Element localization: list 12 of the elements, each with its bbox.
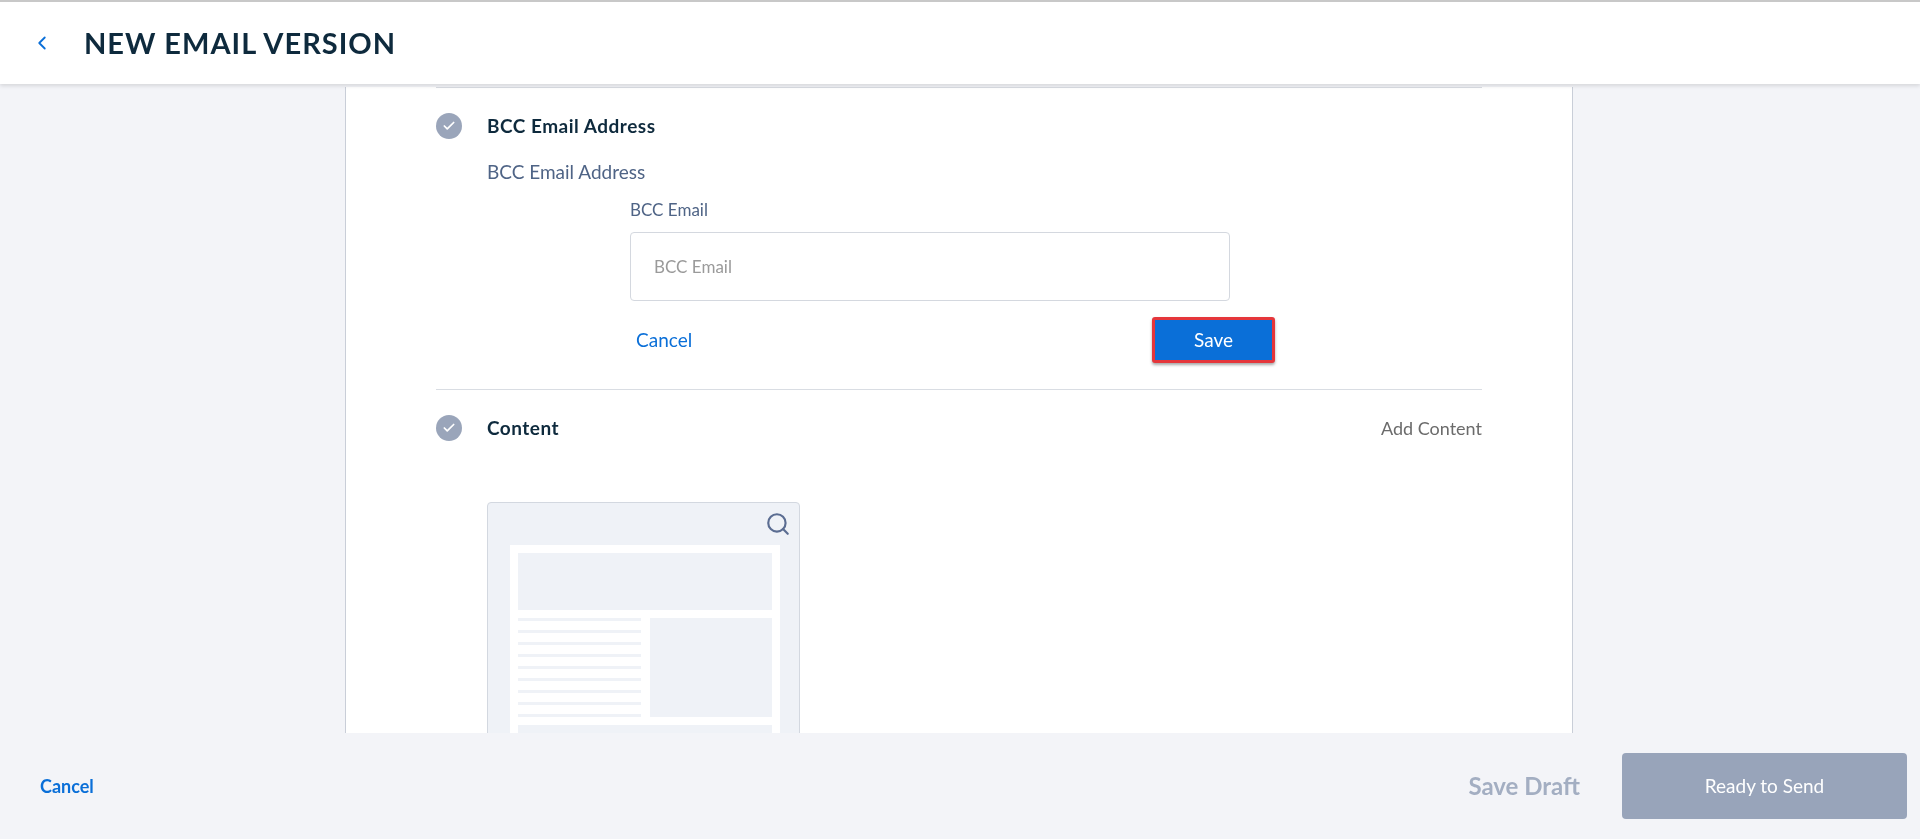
section-subtitle: BCC Email Address — [487, 159, 647, 185]
save-button[interactable]: Save — [1152, 317, 1275, 363]
cancel-link[interactable]: Cancel — [636, 325, 693, 355]
add-content-link[interactable]: Add Content — [1381, 414, 1482, 442]
field-label: BCC Email — [630, 197, 709, 222]
section-title: Content — [487, 414, 560, 441]
bcc-email-field[interactable]: BCC Email — [630, 232, 1230, 301]
section-title: BCC Email Address — [487, 112, 656, 139]
page-title: NEW EMAIL VERSION — [84, 24, 397, 63]
cancel-link[interactable]: Cancel — [40, 772, 94, 800]
search-icon[interactable] — [765, 511, 791, 537]
email-template-thumbnail[interactable] — [487, 502, 800, 733]
